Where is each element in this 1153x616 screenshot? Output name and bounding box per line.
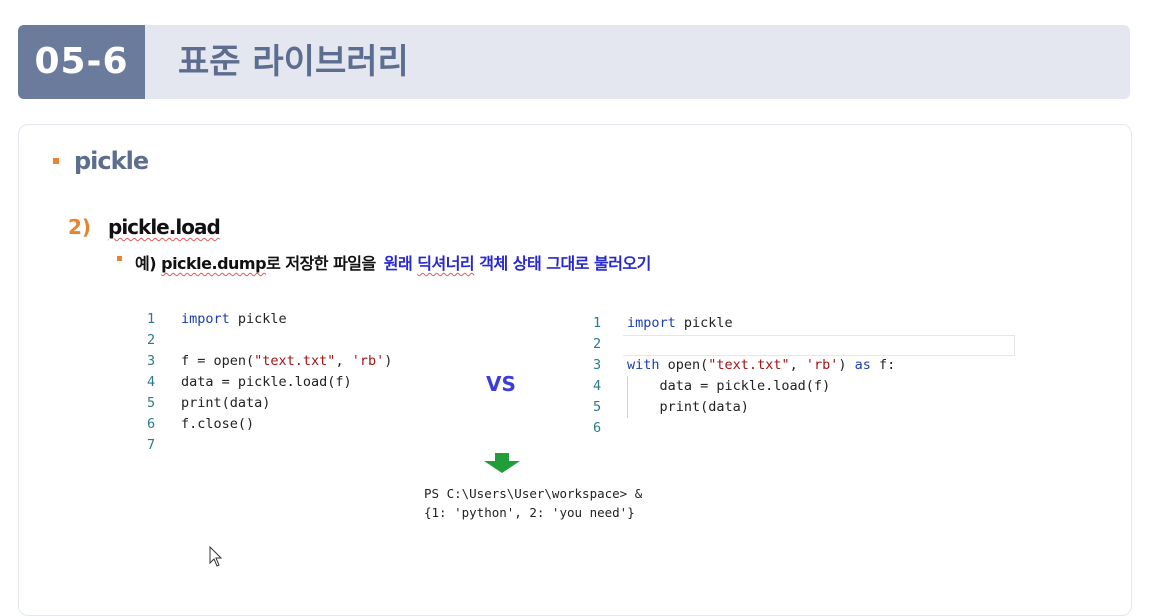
code-token: data = pickle.load(f)	[181, 374, 352, 390]
code-token: pickle	[675, 315, 733, 331]
vs-label: VS	[486, 372, 516, 396]
line-number: 2	[147, 332, 156, 348]
terminal-line-prompt: PS C:\Users\User\workspace> &	[424, 486, 643, 501]
code-line: 7	[147, 435, 392, 456]
line-number: 4	[593, 378, 602, 394]
code-token: ,	[789, 357, 806, 373]
description: 예) pickle.dump로 저장한 파일을 원래 딕셔너리 객체 상태 그대로…	[135, 250, 651, 274]
desc-highlight: 원래 딕셔너리 객체 상태 그대로 불러오기	[383, 254, 652, 273]
code-line: 1 import pickle	[147, 309, 392, 330]
line-number: 4	[147, 374, 156, 390]
code-block-right: 1 import pickle 2 3 with open("text.txt", 'r…	[593, 313, 1016, 439]
desc-highlight-a: 원래	[383, 254, 418, 273]
code-line: 6	[593, 418, 895, 439]
code-line: 4 data = pickle.load(f)	[147, 372, 392, 393]
desc-mid: 로 저장한 파일을	[266, 254, 376, 273]
code-line: 5 print(data)	[147, 393, 392, 414]
desc-code: pickle.dump	[161, 254, 267, 273]
code-token: print(data)	[181, 395, 271, 411]
code-line: 6 f.close()	[147, 414, 392, 435]
code-token: f.close()	[181, 416, 255, 432]
line-number: 6	[593, 420, 602, 436]
code-line: 4 data = pickle.load(f)	[593, 376, 895, 397]
code-token: with	[627, 357, 660, 373]
code-token: f:	[870, 357, 896, 373]
code-line: 2	[593, 334, 1016, 356]
line-number: 2	[593, 336, 602, 352]
sub-number: 2)	[68, 215, 92, 239]
code-line: 3 f = open("text.txt", 'rb')	[147, 351, 392, 372]
mouse-pointer-icon	[209, 546, 223, 567]
indent-guide	[627, 376, 628, 418]
code-line: 3 with open("text.txt", 'rb') as f:	[593, 355, 895, 376]
code-token: as	[854, 357, 871, 373]
code-token: "text.txt"	[254, 353, 336, 369]
code-token: import	[181, 311, 230, 327]
code-token: )	[838, 357, 855, 373]
line-number: 1	[593, 315, 602, 331]
desc-prefix: 예)	[135, 254, 162, 273]
line-number: 5	[593, 399, 602, 415]
code-token: open(	[659, 357, 709, 373]
code-token: ,	[335, 353, 352, 369]
topic-heading: pickle	[74, 147, 149, 175]
code-token: 'rb'	[351, 353, 385, 369]
code-token: 'rb'	[805, 357, 839, 373]
code-token: data = pickle.load(f)	[627, 378, 831, 394]
sub-heading: pickle.load	[108, 215, 221, 239]
line-number: 6	[147, 416, 156, 432]
code-token: )	[384, 353, 393, 369]
code-line: 5 print(data)	[593, 397, 895, 418]
terminal-output: PS C:\Users\User\workspace> & {1: 'pytho…	[424, 484, 642, 522]
slide-header: 05-6 표준 라이브러리	[18, 25, 1130, 99]
section-number-badge: 05-6	[18, 25, 145, 99]
code-token: "text.txt"	[708, 357, 790, 373]
code-line: 2	[147, 330, 392, 351]
code-block-left: 1 import pickle 2 3 f = open("text.txt", 'rb…	[147, 309, 392, 456]
bullet-marker-small	[117, 256, 122, 261]
code-line: 1 import pickle	[593, 313, 895, 334]
line-number: 5	[147, 395, 156, 411]
code-token: f = open(	[181, 353, 255, 369]
desc-highlight-b: 딕셔너리	[417, 254, 475, 273]
bullet-marker	[53, 158, 59, 164]
sub-heading-text: pickle.load	[108, 215, 221, 239]
line-number: 3	[593, 357, 602, 373]
desc-highlight-c: 객체 상태 그대로 불러오기	[474, 254, 651, 273]
code-token: pickle	[229, 311, 287, 327]
code-token: import	[627, 315, 676, 331]
line-number: 3	[147, 353, 156, 369]
code-token: print(data)	[627, 399, 749, 415]
slide-title: 표준 라이브러리	[178, 42, 409, 82]
terminal-line-result: {1: 'python', 2: 'you need'}	[424, 505, 635, 520]
line-number: 7	[147, 437, 156, 453]
line-number: 1	[147, 311, 156, 327]
down-arrow-icon	[484, 453, 520, 473]
